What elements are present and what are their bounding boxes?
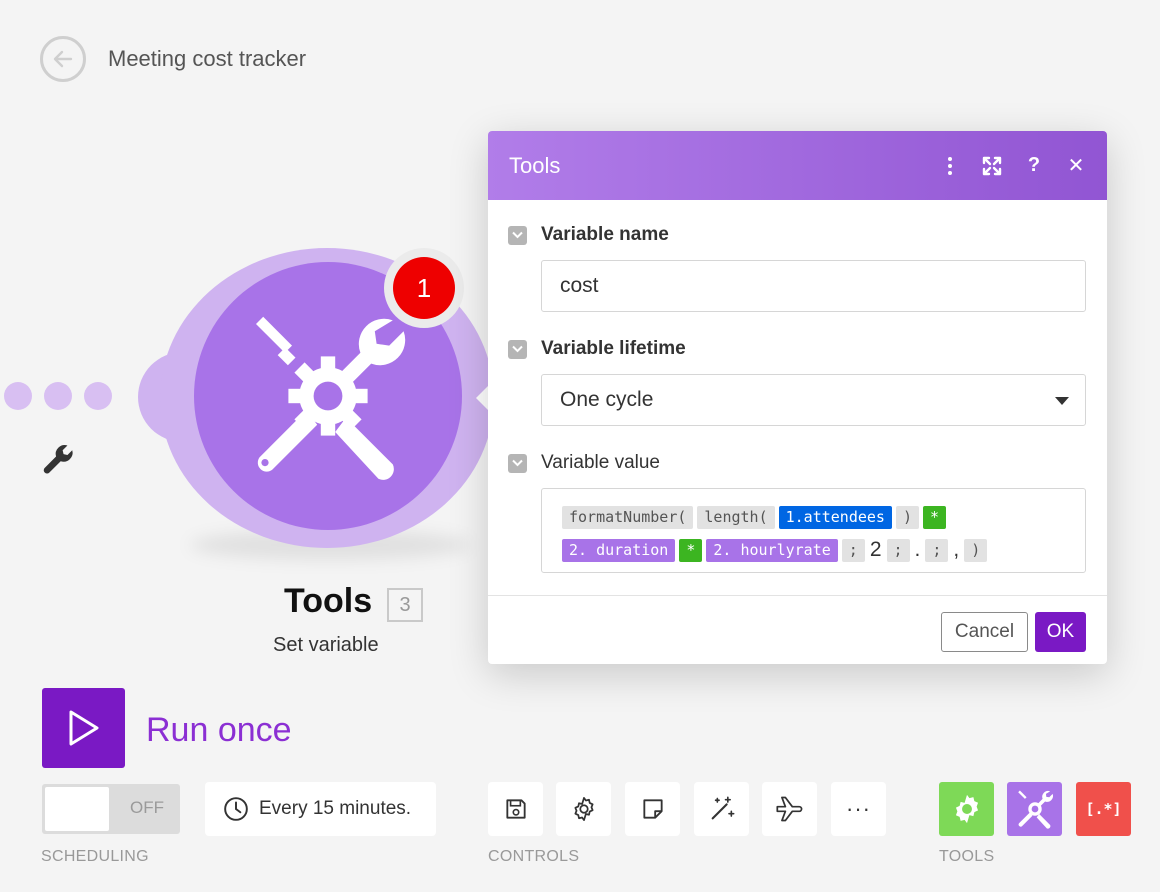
function-pill[interactable]: ): [895, 505, 919, 529]
module-variable-pill[interactable]: 2. duration: [562, 538, 676, 562]
arrow-left-icon: [53, 50, 73, 68]
dialog-title: Tools: [509, 152, 561, 178]
separator-pill[interactable]: ;: [925, 538, 949, 562]
module-title: Tools: [284, 582, 373, 620]
expand-icon[interactable]: [982, 155, 1002, 177]
scenario-title: Meeting cost tracker: [108, 46, 307, 71]
toggle-knob: [45, 787, 109, 831]
save-button[interactable]: [488, 782, 543, 836]
note-icon: [642, 799, 663, 819]
wrench-icon[interactable]: [40, 442, 76, 478]
chevron-down-icon[interactable]: [508, 453, 527, 473]
variable-lifetime-value: One cycle: [560, 388, 654, 411]
tools-button[interactable]: [1007, 782, 1062, 836]
module-variable-pill[interactable]: 2. hourlyrate: [706, 538, 838, 562]
variable-name-input[interactable]: cost: [541, 260, 1086, 312]
variable-lifetime-select[interactable]: One cycle: [541, 374, 1086, 426]
literal-text: 2: [869, 538, 882, 561]
variable-value-label[interactable]: Variable value: [508, 452, 660, 474]
cancel-button[interactable]: Cancel: [941, 612, 1028, 652]
badge-count: 1: [393, 257, 455, 319]
ok-button[interactable]: OK: [1035, 612, 1086, 652]
flow-control-gear-icon: [955, 794, 978, 824]
more-controls-button[interactable]: ···: [831, 782, 886, 836]
function-pill[interactable]: ): [964, 538, 988, 562]
scheduling-toggle[interactable]: OFF: [42, 784, 180, 834]
more-vertical-icon[interactable]: [940, 155, 960, 177]
airplane-icon: [775, 796, 802, 822]
function-pill[interactable]: length(: [697, 505, 775, 529]
magic-wand-icon: [711, 796, 734, 820]
clock-icon: [224, 797, 248, 821]
module-id-badge: 3: [387, 588, 423, 622]
notes-button[interactable]: [625, 782, 680, 836]
close-icon[interactable]: ✕: [1066, 155, 1086, 177]
literal-text: ,: [953, 538, 960, 561]
controls-section-label: CONTROLS: [488, 848, 580, 865]
save-icon: [505, 799, 526, 819]
tools-section-label: TOOLS: [939, 848, 995, 865]
settings-button[interactable]: [556, 782, 611, 836]
connection-dots[interactable]: [4, 382, 112, 410]
run-once-label[interactable]: Run once: [146, 711, 292, 750]
tools-icon: [1017, 790, 1053, 829]
literal-text: .: [914, 538, 921, 561]
text-parser-brackets-icon: [.*]: [1085, 800, 1122, 818]
schedule-interval: Every 15 minutes.: [259, 798, 412, 819]
function-pill[interactable]: formatNumber(: [562, 505, 694, 529]
dialog-footer: Cancel OK: [488, 595, 1107, 664]
variable-name-label[interactable]: Variable name: [508, 224, 669, 246]
operator-pill[interactable]: *: [923, 505, 947, 529]
dialog-pointer: [476, 386, 488, 410]
variable-value-editor[interactable]: formatNumber( length( 1.attendees ) * 2.…: [541, 488, 1086, 573]
dialog-header: Tools ? ✕: [488, 131, 1107, 200]
explain-flow-button[interactable]: [762, 782, 817, 836]
tools-icon: [256, 316, 406, 480]
play-icon: [69, 710, 98, 746]
variable-pill[interactable]: 1.attendees: [778, 505, 892, 529]
caret-down-icon: [1055, 397, 1069, 405]
separator-pill[interactable]: ;: [886, 538, 910, 562]
chevron-down-icon[interactable]: [508, 225, 527, 245]
auto-align-button[interactable]: [694, 782, 749, 836]
more-icon: ···: [846, 796, 871, 821]
separator-pill[interactable]: ;: [841, 538, 865, 562]
variable-lifetime-label[interactable]: Variable lifetime: [508, 338, 686, 360]
gear-icon: [573, 797, 594, 821]
back-button[interactable]: [40, 36, 86, 82]
chevron-down-icon[interactable]: [508, 339, 527, 359]
module-settings-dialog: Tools ? ✕ Variable name cost Variable li…: [488, 131, 1107, 664]
module-subtitle: Set variable: [273, 634, 379, 656]
operator-pill[interactable]: *: [679, 538, 703, 562]
operations-badge[interactable]: 1: [384, 248, 464, 328]
help-icon[interactable]: ?: [1024, 154, 1044, 177]
run-once-button[interactable]: [42, 688, 125, 768]
scheduling-section-label: SCHEDULING: [41, 848, 149, 865]
schedule-settings-button[interactable]: Every 15 minutes.: [205, 782, 436, 836]
text-parser-button[interactable]: [.*]: [1076, 782, 1131, 836]
toggle-state: OFF: [130, 798, 164, 817]
flow-control-button[interactable]: [939, 782, 994, 836]
